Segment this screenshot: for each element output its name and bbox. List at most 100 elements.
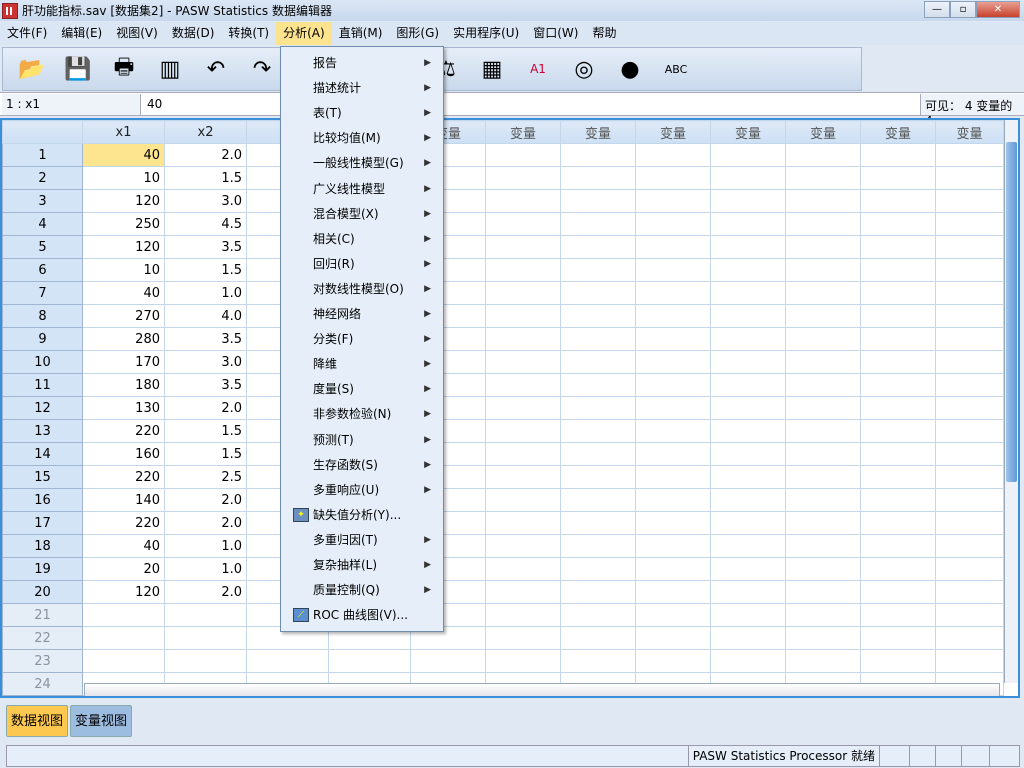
data-cell[interactable] <box>785 396 861 420</box>
data-cell[interactable] <box>785 511 861 535</box>
data-cell[interactable] <box>710 534 786 558</box>
data-cell[interactable] <box>710 304 786 328</box>
data-cell[interactable] <box>935 419 1004 443</box>
column-header[interactable]: 变量 <box>485 120 561 144</box>
data-cell[interactable] <box>485 304 561 328</box>
menu-item[interactable]: 回归(R) ▶ <box>281 252 443 276</box>
data-cell[interactable] <box>710 396 786 420</box>
row-header[interactable]: 18 <box>2 534 83 558</box>
data-cell[interactable]: 1.0 <box>164 534 247 558</box>
data-cell[interactable] <box>935 189 1004 213</box>
vertical-scrollbar[interactable] <box>1004 120 1018 683</box>
data-cell[interactable] <box>164 649 247 673</box>
menu-6[interactable]: 直销(M) <box>332 22 390 45</box>
data-cell[interactable] <box>635 258 711 282</box>
horizontal-scrollbar[interactable] <box>84 683 1000 696</box>
data-cell[interactable]: 2.0 <box>164 396 247 420</box>
data-cell[interactable]: 120 <box>82 235 165 259</box>
data-cell[interactable] <box>635 281 711 305</box>
data-cell[interactable]: 1.5 <box>164 442 247 466</box>
data-cell[interactable]: 40 <box>82 534 165 558</box>
data-cell[interactable]: 130 <box>82 396 165 420</box>
menu-item[interactable]: ✦ 缺失值分析(Y)... <box>281 503 443 527</box>
data-cell[interactable]: 1.0 <box>164 557 247 581</box>
data-cell[interactable]: 4.5 <box>164 212 247 236</box>
data-cell[interactable]: 120 <box>82 580 165 604</box>
data-cell[interactable] <box>560 442 636 466</box>
data-cell[interactable] <box>860 189 936 213</box>
data-cell[interactable] <box>635 626 711 650</box>
row-header[interactable]: 9 <box>2 327 83 351</box>
data-cell[interactable]: 160 <box>82 442 165 466</box>
value-labels-icon[interactable]: A1 <box>521 52 555 86</box>
data-cell[interactable]: 1.5 <box>164 258 247 282</box>
row-header[interactable]: 16 <box>2 488 83 512</box>
row-header[interactable]: 1 <box>2 143 83 167</box>
data-cell[interactable] <box>710 603 786 627</box>
data-cell[interactable] <box>935 534 1004 558</box>
close-button[interactable]: ✕ <box>976 1 1020 18</box>
cell-value-input[interactable]: 40 <box>145 94 164 114</box>
menu-item[interactable]: 质量控制(Q) ▶ <box>281 578 443 602</box>
data-cell[interactable] <box>710 327 786 351</box>
data-cell[interactable] <box>785 626 861 650</box>
data-cell[interactable] <box>785 166 861 190</box>
data-cell[interactable]: 180 <box>82 373 165 397</box>
row-header[interactable]: 19 <box>2 557 83 581</box>
data-cell[interactable] <box>785 419 861 443</box>
data-cell[interactable] <box>710 626 786 650</box>
data-cell[interactable] <box>635 649 711 673</box>
data-cell[interactable] <box>485 235 561 259</box>
data-cell[interactable] <box>485 649 561 673</box>
data-cell[interactable]: 3.5 <box>164 327 247 351</box>
data-cell[interactable] <box>860 327 936 351</box>
row-header[interactable]: 22 <box>2 626 83 650</box>
data-cell[interactable] <box>860 511 936 535</box>
data-cell[interactable]: 10 <box>82 258 165 282</box>
data-cell[interactable] <box>635 465 711 489</box>
data-cell[interactable] <box>560 419 636 443</box>
menu-item[interactable]: 度量(S) ▶ <box>281 377 443 401</box>
data-cell[interactable] <box>485 580 561 604</box>
data-cell[interactable] <box>785 649 861 673</box>
minimize-button[interactable]: — <box>924 1 950 18</box>
data-cell[interactable] <box>635 350 711 374</box>
spelling-icon[interactable]: ABC <box>659 52 693 86</box>
scroll-thumb[interactable] <box>1006 142 1017 482</box>
row-header[interactable]: 4 <box>2 212 83 236</box>
menu-item[interactable]: 表(T) ▶ <box>281 101 443 125</box>
data-cell[interactable] <box>860 419 936 443</box>
tab-data-view[interactable]: 数据视图 <box>6 705 69 737</box>
data-cell[interactable] <box>164 603 247 627</box>
column-header[interactable]: 变量 <box>635 120 711 144</box>
column-header[interactable]: 变量 <box>710 120 786 144</box>
row-header[interactable]: 3 <box>2 189 83 213</box>
data-cell[interactable] <box>935 373 1004 397</box>
data-cell[interactable]: 220 <box>82 465 165 489</box>
menu-0[interactable]: 文件(F) <box>0 22 54 45</box>
data-cell[interactable] <box>860 557 936 581</box>
data-cell[interactable]: 270 <box>82 304 165 328</box>
menu-item[interactable]: 复杂抽样(L) ▶ <box>281 553 443 577</box>
data-cell[interactable]: 3.0 <box>164 350 247 374</box>
data-cell[interactable] <box>410 649 486 673</box>
data-cell[interactable] <box>860 166 936 190</box>
data-cell[interactable] <box>935 166 1004 190</box>
data-cell[interactable] <box>710 143 786 167</box>
data-cell[interactable] <box>635 603 711 627</box>
data-cell[interactable] <box>560 304 636 328</box>
data-cell[interactable]: 1.0 <box>164 281 247 305</box>
data-cell[interactable] <box>635 212 711 236</box>
data-cell[interactable] <box>710 189 786 213</box>
menu-item[interactable]: 降维 ▶ <box>281 352 443 376</box>
data-cell[interactable] <box>635 534 711 558</box>
data-cell[interactable] <box>860 212 936 236</box>
data-cell[interactable] <box>710 442 786 466</box>
data-cell[interactable] <box>785 189 861 213</box>
row-header[interactable]: 6 <box>2 258 83 282</box>
data-cell[interactable] <box>635 304 711 328</box>
column-header[interactable]: 变量 <box>785 120 861 144</box>
data-cell[interactable] <box>635 143 711 167</box>
row-header[interactable]: 13 <box>2 419 83 443</box>
row-header[interactable]: 5 <box>2 235 83 259</box>
